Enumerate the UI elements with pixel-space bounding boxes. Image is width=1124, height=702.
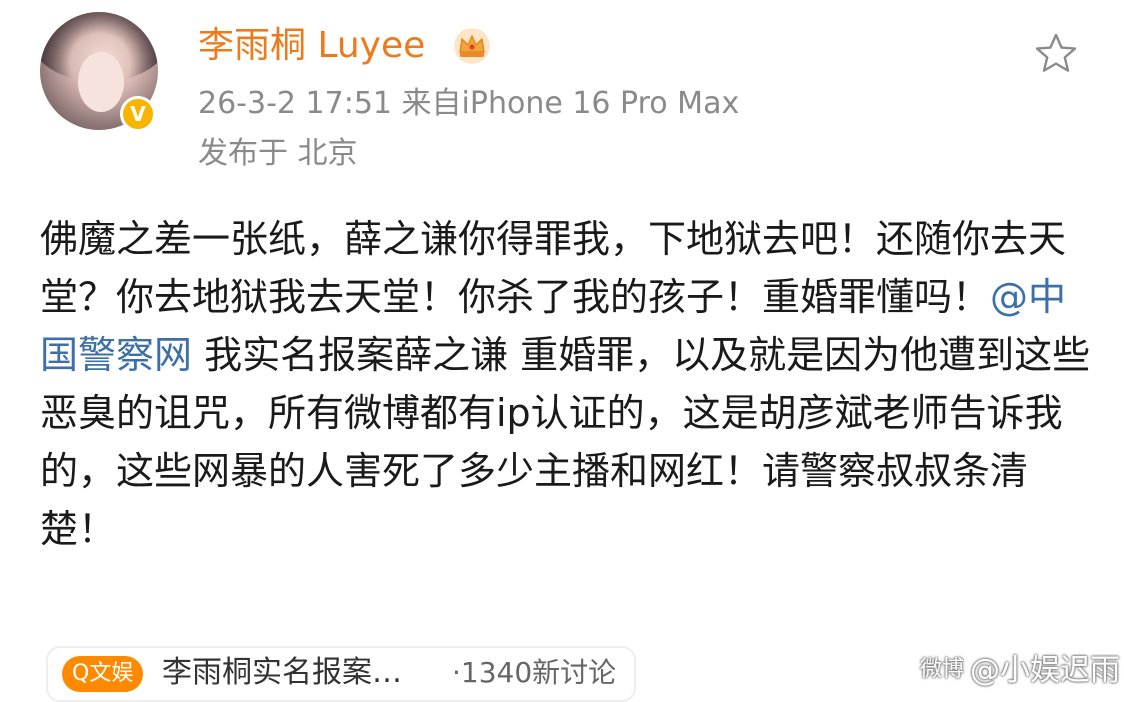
watermark: 微博 @小娱迟雨 (920, 646, 1120, 688)
topic-card[interactable]: Q文娱 李雨桐实名报案… ·1340新讨论 (46, 646, 636, 702)
post-text: 佛魔之差一张纸，薛之谦你得罪我，下地狱去吧！还随你去天堂？你去地狱我去天堂！你杀… (40, 217, 1067, 319)
timestamp[interactable]: 26-3-2 17:51 (198, 86, 392, 121)
watermark-text: @小娱迟雨 (970, 653, 1121, 688)
crown-icon (454, 28, 490, 64)
verified-badge-icon: V (120, 96, 156, 132)
post-text-continued: 我实名报案薛之谦 重婚罪，以及就是因为他遭到这些恶臭的诅咒，所有微博都有ip认证… (40, 333, 1091, 551)
weibo-logo-icon: 微博 (920, 657, 965, 682)
post-body: 佛魔之差一张纸，薛之谦你得罪我，下地狱去吧！还随你去天堂？你去地狱我去天堂！你杀… (40, 210, 1100, 558)
username-link[interactable]: 李雨桐 Luyee (198, 24, 425, 68)
topic-discussion-count: ·1340新讨论 (452, 656, 617, 689)
post-location: 发布于 北京 (198, 136, 358, 171)
topic-tag-badge: Q文娱 (62, 656, 144, 692)
favorite-star-icon[interactable] (1032, 30, 1080, 78)
topic-title[interactable]: 李雨桐实名报案… (162, 652, 402, 694)
source-device: 来自iPhone 16 Pro Max (401, 86, 740, 121)
avatar-face (78, 52, 124, 112)
post-meta: 26-3-2 17:51 来自iPhone 16 Pro Max (198, 84, 739, 124)
